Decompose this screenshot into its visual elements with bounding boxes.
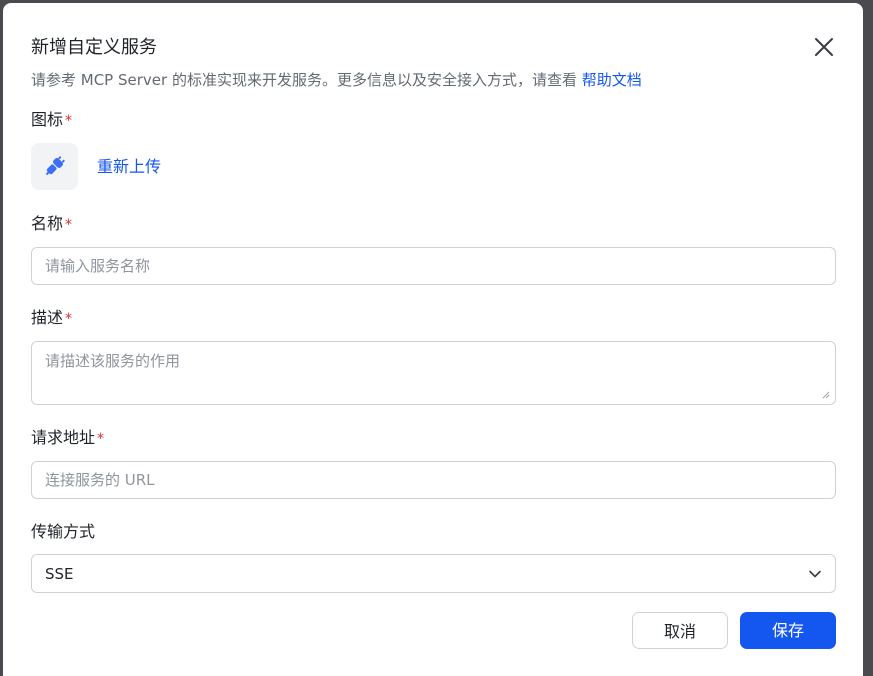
transport-select[interactable]: SSE (31, 554, 836, 593)
transport-selected-value: SSE (45, 565, 74, 583)
transport-label-text: 传输方式 (31, 522, 96, 541)
plug-icon (46, 156, 65, 175)
request-url-input[interactable]: 连接服务的 URL (31, 461, 836, 499)
close-button[interactable] (811, 34, 837, 60)
url-placeholder: 连接服务的 URL (45, 471, 155, 489)
add-custom-service-dialog: 新增自定义服务 请参考 MCP Server 的标准实现来开发服务。更多信息以及… (3, 3, 863, 676)
dialog-title: 新增自定义服务 (31, 37, 157, 58)
url-label-text: 请求地址 (31, 428, 96, 447)
required-mark: * (65, 217, 73, 233)
description-label-text: 描述 (31, 308, 64, 327)
name-placeholder: 请输入服务名称 (45, 257, 151, 275)
required-mark: * (65, 311, 73, 327)
cancel-button[interactable]: 取消 (632, 612, 728, 649)
service-icon-preview[interactable] (31, 143, 78, 190)
url-field-label: 请求地址 * (31, 427, 104, 450)
subtitle-text: 请参考 MCP Server 的标准实现来开发服务。更多信息以及安全接入方式，请… (31, 71, 577, 89)
required-mark: * (65, 113, 73, 129)
service-name-input[interactable]: 请输入服务名称 (31, 247, 836, 285)
name-label-text: 名称 (31, 214, 64, 233)
save-button[interactable]: 保存 (740, 612, 836, 649)
close-icon (815, 38, 833, 56)
description-field-label: 描述 * (31, 307, 72, 330)
description-textarea[interactable]: 请描述该服务的作用 (31, 341, 836, 405)
icon-field-label: 图标 * (31, 109, 72, 132)
description-placeholder: 请描述该服务的作用 (45, 352, 181, 370)
reupload-button[interactable]: 重新上传 (97, 156, 161, 178)
transport-field-label: 传输方式 (31, 521, 95, 543)
required-mark: * (97, 431, 105, 447)
help-docs-link[interactable]: 帮助文档 (582, 71, 642, 89)
chevron-down-icon (809, 570, 821, 578)
name-field-label: 名称 * (31, 213, 72, 236)
resize-handle-icon[interactable] (822, 391, 830, 399)
icon-label-text: 图标 (31, 110, 64, 129)
dialog-subtitle: 请参考 MCP Server 的标准实现来开发服务。更多信息以及安全接入方式，请… (31, 69, 642, 91)
